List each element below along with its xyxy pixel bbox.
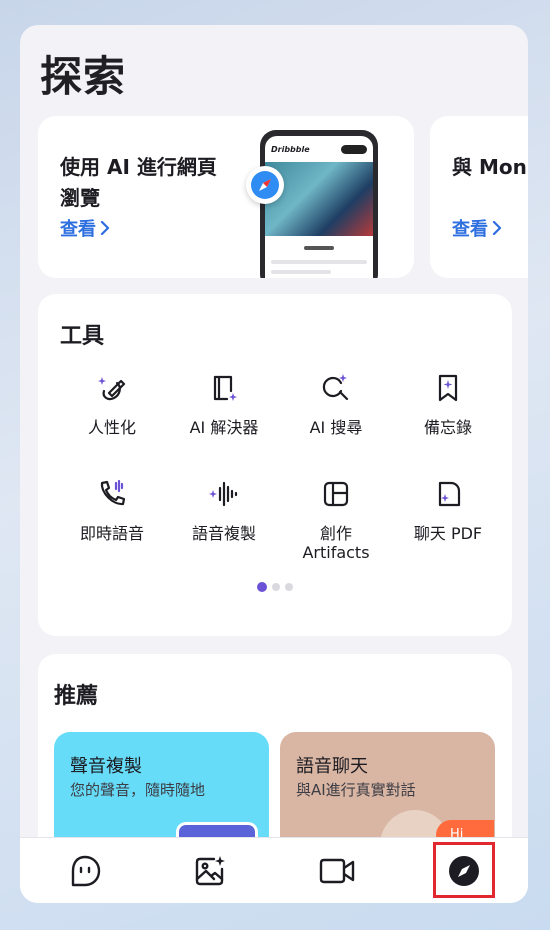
sound-wave-icon [204, 474, 244, 514]
tool-notes[interactable]: 備忘錄 [392, 368, 504, 437]
feature-card-title: 使用 AI 進行網頁瀏覽 [60, 155, 217, 210]
layout-icon [316, 474, 356, 514]
tools-title: 工具 [60, 324, 105, 349]
chat-icon [71, 855, 101, 887]
tool-label: 即時語音 [79, 524, 144, 543]
page-indicator[interactable] [38, 582, 512, 592]
chevron-right-icon [492, 221, 502, 235]
feature-card-second[interactable]: 與 Mon 能地編 查看 [430, 116, 528, 278]
tool-ai-search[interactable]: AI 搜尋 [280, 368, 392, 437]
recommend-card-title: 語音聊天 [296, 756, 368, 777]
book-sparkle-icon [204, 368, 244, 408]
phone-wave-icon [92, 474, 132, 514]
video-icon [319, 858, 355, 884]
tool-label: 語音複製 [191, 524, 256, 543]
bottom-nav [20, 837, 528, 903]
app-screen: 探索 使用 AI 進行網頁瀏覽 查看 Dribbble 與 Mon 查看 工具 … [20, 25, 528, 903]
tool-voice-clone[interactable]: 語音複製 [168, 474, 280, 543]
mockup-logo: Dribbble [271, 144, 310, 154]
bookmark-star-icon [428, 368, 468, 408]
search-sparkle-icon [316, 368, 356, 408]
recommend-card-subtitle: 與AI進行真實對話 [296, 781, 416, 799]
recommend-card-title: 聲音複製 [70, 756, 142, 777]
tool-label: 備忘錄 [423, 418, 472, 437]
phone-mockup-image: Dribbble [260, 130, 378, 278]
nav-chat[interactable] [65, 851, 105, 891]
view-link-label: 查看 [452, 219, 488, 240]
tool-label: 人性化 [87, 418, 136, 437]
compass-icon [449, 856, 479, 886]
tool-live-voice[interactable]: 即時語音 [56, 474, 168, 543]
tool-humanize[interactable]: 人性化 [56, 368, 168, 437]
page-dot [285, 583, 293, 591]
page-dot-active [257, 582, 267, 592]
humanize-icon [92, 368, 132, 408]
tool-artifacts[interactable]: 創作 Artifacts [280, 474, 392, 562]
view-link[interactable]: 查看 [60, 215, 110, 241]
tool-ai-solver[interactable]: AI 解決器 [168, 368, 280, 437]
page-title: 探索 [40, 52, 127, 101]
recommend-card-subtitle: 您的聲音，隨時隨地 [70, 781, 206, 799]
feature-card-title: 與 Mon 能地編 [452, 155, 528, 179]
tool-label: AI 搜尋 [309, 418, 363, 437]
page-dot [272, 583, 280, 591]
tool-label: AI 解決器 [189, 418, 259, 437]
chevron-right-icon [100, 221, 110, 235]
image-sparkle-icon [195, 856, 225, 886]
nav-image[interactable] [190, 851, 230, 891]
nav-video[interactable] [317, 851, 357, 891]
feature-card-web-browsing[interactable]: 使用 AI 進行網頁瀏覽 查看 Dribbble [38, 116, 414, 278]
pdf-chat-icon [428, 474, 468, 514]
nav-explore[interactable] [444, 851, 484, 891]
tool-label: 創作 Artifacts [302, 524, 370, 562]
view-link[interactable]: 查看 [452, 215, 502, 241]
view-link-label: 查看 [60, 219, 96, 240]
tool-label: 聊天 PDF [413, 524, 483, 543]
tools-section: 工具 人性化 AI 解決器 AI 搜尋 備忘錄 即時語音 語音複製 創作 Art… [38, 294, 512, 636]
compass-browser-icon [246, 166, 284, 204]
tool-chat-pdf[interactable]: 聊天 PDF [392, 474, 504, 543]
recommend-title: 推薦 [54, 684, 99, 709]
